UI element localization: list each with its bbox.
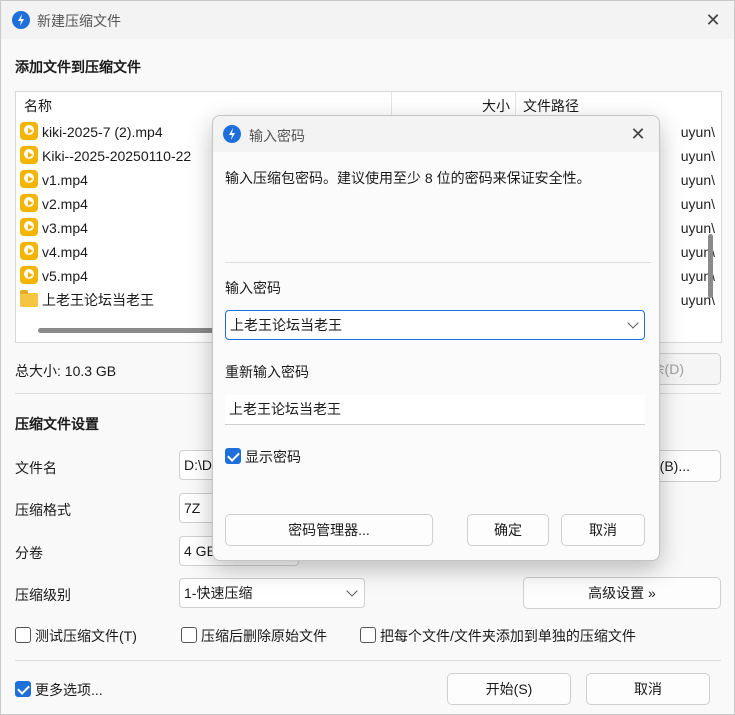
video-file-icon bbox=[20, 194, 38, 212]
video-file-icon bbox=[20, 242, 38, 260]
bandizip-app-icon bbox=[223, 125, 241, 143]
file-name: kiki-2025-7 (2).mp4 bbox=[42, 124, 163, 140]
file-path: uyun\ bbox=[680, 196, 715, 212]
dialog-title: 输入密码 bbox=[249, 128, 305, 144]
filename-label: 文件名 bbox=[15, 460, 57, 476]
show-password-label: 显示密码 bbox=[245, 449, 301, 465]
start-button[interactable]: 开始(S) bbox=[447, 673, 571, 705]
ok-button[interactable]: 确定 bbox=[467, 514, 549, 546]
section-add-heading: 添加文件到压缩文件 bbox=[15, 59, 141, 75]
list-item[interactable]: kiki-2025-7 (2).mp4 bbox=[20, 120, 163, 144]
column-name[interactable]: 名称 bbox=[24, 92, 52, 120]
password-manager-button[interactable]: 密码管理器... bbox=[225, 514, 433, 546]
password-value: 上老王论坛当老王 bbox=[230, 317, 342, 333]
bandizip-app-icon bbox=[12, 11, 30, 29]
format-label: 压缩格式 bbox=[15, 502, 71, 518]
separate-archives-label: 把每个文件/文件夹添加到单独的压缩文件 bbox=[380, 628, 636, 644]
test-archive-checkbox[interactable] bbox=[15, 627, 31, 643]
delete-after-checkbox[interactable] bbox=[181, 627, 197, 643]
reenter-password-input[interactable]: 上老王论坛当老王 bbox=[225, 395, 645, 425]
volume-label: 分卷 bbox=[15, 545, 43, 561]
total-size-label: 总大小: 10.3 GB bbox=[15, 363, 117, 379]
file-name: v2.mp4 bbox=[42, 196, 88, 212]
video-file-icon bbox=[20, 146, 38, 164]
password-dialog: 输入密码 ✕ 输入压缩包密码。建议使用至少 8 位的密码来保证安全性。 输入密码… bbox=[212, 115, 660, 561]
reenter-password-label: 重新输入密码 bbox=[225, 364, 309, 380]
list-item[interactable]: v5.mp4 bbox=[20, 264, 88, 288]
level-label: 压缩级别 bbox=[15, 587, 71, 603]
divider bbox=[225, 262, 651, 263]
file-path: uyun\ bbox=[680, 124, 715, 140]
file-name: v3.mp4 bbox=[42, 220, 88, 236]
cancel-button[interactable]: 取消 bbox=[586, 673, 710, 705]
chevron-down-icon bbox=[627, 317, 639, 329]
file-path: uyun\ bbox=[680, 148, 715, 164]
video-file-icon bbox=[20, 170, 38, 188]
file-name: v4.mp4 bbox=[42, 244, 88, 260]
file-name: v5.mp4 bbox=[42, 268, 88, 284]
separate-archives-checkbox[interactable] bbox=[360, 627, 376, 643]
dialog-title-bar: 输入密码 ✕ bbox=[213, 116, 659, 152]
video-file-icon bbox=[20, 122, 38, 140]
level-select[interactable]: 1-快速压缩 bbox=[179, 578, 365, 608]
list-item[interactable]: v3.mp4 bbox=[20, 216, 88, 240]
file-name: Kiki--2025-20250110-22 bbox=[42, 148, 192, 164]
file-path: uyun\ bbox=[680, 172, 715, 188]
folder-icon bbox=[20, 290, 38, 307]
vertical-scrollbar[interactable] bbox=[708, 234, 713, 298]
password-input[interactable]: 上老王论坛当老王 bbox=[225, 310, 645, 340]
list-item[interactable]: 上老王论坛当老王 bbox=[20, 288, 154, 312]
close-icon[interactable]: ✕ bbox=[701, 8, 725, 32]
file-name: v1.mp4 bbox=[42, 172, 88, 188]
settings-heading: 压缩文件设置 bbox=[15, 416, 99, 432]
delete-after-label: 压缩后删除原始文件 bbox=[201, 628, 327, 644]
chevron-down-icon bbox=[346, 585, 358, 597]
dialog-description: 输入压缩包密码。建议使用至少 8 位的密码来保证安全性。 bbox=[225, 170, 591, 186]
video-file-icon bbox=[20, 218, 38, 236]
window-title: 新建压缩文件 bbox=[37, 13, 121, 29]
test-archive-label: 测试压缩文件(T) bbox=[35, 628, 137, 644]
video-file-icon bbox=[20, 266, 38, 284]
more-options-label: 更多选项... bbox=[35, 682, 103, 698]
list-item[interactable]: v2.mp4 bbox=[20, 192, 88, 216]
list-item[interactable]: v4.mp4 bbox=[20, 240, 88, 264]
title-bar: 新建压缩文件 ✕ bbox=[1, 1, 734, 39]
advanced-settings-button[interactable]: 高级设置 » bbox=[523, 577, 721, 609]
dialog-cancel-button[interactable]: 取消 bbox=[561, 514, 645, 546]
level-value: 1-快速压缩 bbox=[184, 585, 253, 601]
show-password-checkbox[interactable] bbox=[225, 448, 241, 464]
divider bbox=[15, 660, 721, 661]
password-label: 输入密码 bbox=[225, 280, 281, 296]
more-options-checkbox[interactable] bbox=[15, 681, 31, 697]
list-item[interactable]: Kiki--2025-20250110-22 bbox=[20, 144, 191, 168]
close-icon[interactable]: ✕ bbox=[626, 122, 650, 146]
file-name: 上老王论坛当老王 bbox=[42, 292, 154, 308]
browse-button-label: (B)... bbox=[659, 458, 690, 474]
list-item[interactable]: v1.mp4 bbox=[20, 168, 88, 192]
